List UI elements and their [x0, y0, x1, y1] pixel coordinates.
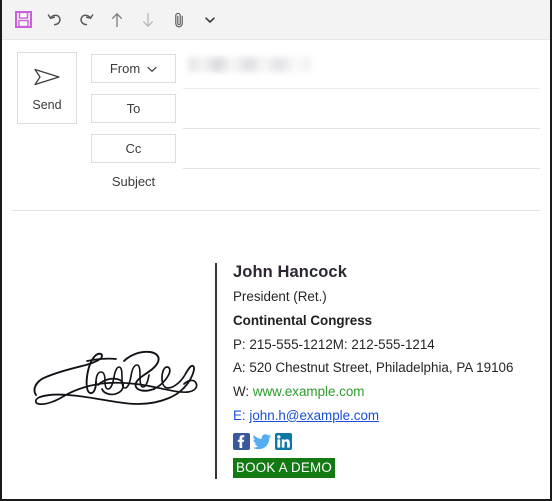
- subject-field-label[interactable]: Subject: [91, 174, 176, 189]
- signature-phone-line: P: 215-555-1212M: 212-555-1214: [233, 336, 435, 352]
- signature-organization: Continental Congress: [233, 312, 373, 328]
- website-link[interactable]: www.example.com: [253, 384, 365, 399]
- from-field-input[interactable]: [183, 52, 540, 89]
- send-button-label: Send: [32, 97, 62, 112]
- redacted-sender-address: [188, 57, 311, 72]
- cc-field-label: Cc: [125, 141, 142, 156]
- from-field-label: From: [109, 61, 141, 76]
- move-up-icon[interactable]: [101, 4, 132, 35]
- social-media-links: [233, 432, 513, 450]
- email-link[interactable]: john.h@example.com: [249, 408, 379, 423]
- twitter-icon[interactable]: [253, 433, 272, 450]
- signature-email-line: E: john.h@example.com: [233, 407, 513, 424]
- send-paper-plane-icon: [31, 65, 63, 94]
- to-field-button[interactable]: To: [91, 94, 176, 123]
- cc-field-input[interactable]: [183, 132, 540, 169]
- signature-address-line: A: 520 Chestnut Street, Philadelphia, PA…: [233, 360, 514, 376]
- to-field-label: To: [126, 101, 141, 116]
- to-field-input[interactable]: [183, 92, 540, 129]
- signature-website-line: W: www.example.com: [233, 384, 513, 400]
- cc-field-button[interactable]: Cc: [91, 134, 176, 163]
- book-a-demo-button[interactable]: BOOK A DEMO: [233, 457, 335, 478]
- send-button[interactable]: Send: [17, 52, 77, 124]
- compose-header: Send From To Cc Subject: [2, 40, 550, 210]
- handwritten-signature-image: [24, 335, 204, 415]
- linkedin-icon[interactable]: [275, 432, 292, 450]
- move-down-icon[interactable]: [132, 4, 163, 35]
- recipient-field-buttons: From To Cc Subject: [91, 54, 176, 189]
- email-label: E:: [233, 407, 250, 423]
- chevron-down-icon: [147, 61, 157, 76]
- chevron-down-icon[interactable]: [194, 4, 225, 35]
- signature-name: John Hancock: [233, 263, 347, 281]
- save-icon[interactable]: [8, 4, 39, 35]
- redo-icon[interactable]: [70, 4, 101, 35]
- quick-access-toolbar: [2, 0, 550, 40]
- website-label: W:: [233, 384, 253, 400]
- facebook-icon[interactable]: [233, 432, 250, 450]
- email-signature-block: John Hancock President (Ret.) Continenta…: [215, 263, 513, 479]
- message-body[interactable]: John Hancock President (Ret.) Continenta…: [2, 211, 550, 499]
- undo-icon[interactable]: [39, 4, 70, 35]
- attachment-icon[interactable]: [163, 4, 194, 35]
- from-field-button[interactable]: From: [91, 54, 176, 83]
- email-compose-window: Send From To Cc Subject John Hancock Pre…: [0, 0, 552, 501]
- signature-job-title: President (Ret.): [233, 289, 327, 305]
- subject-field-input[interactable]: [183, 172, 540, 209]
